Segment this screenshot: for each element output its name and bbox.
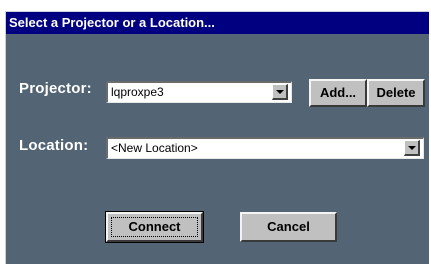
projector-select[interactable]: lqproxpe3 (106, 81, 292, 103)
delete-button-label: Delete (376, 85, 416, 100)
projector-value: lqproxpe3 (111, 85, 164, 99)
location-value: <New Location> (111, 141, 198, 155)
focus-rectangle (111, 217, 198, 237)
location-dropdown-arrow-icon[interactable] (404, 140, 420, 156)
delete-projector-button[interactable]: Delete (367, 79, 425, 107)
add-button-label: Add... (319, 85, 357, 100)
projector-label: Projector: (19, 80, 92, 97)
location-select[interactable]: <New Location> (106, 137, 424, 159)
cancel-button-label: Cancel (267, 219, 310, 234)
location-label: Location: (19, 137, 89, 154)
cancel-button[interactable]: Cancel (240, 212, 337, 242)
connect-button[interactable]: Connect (105, 211, 204, 243)
dialog-title: Select a Projector or a Location... (6, 12, 429, 34)
projector-dropdown-arrow-icon[interactable] (272, 84, 288, 100)
add-projector-button[interactable]: Add... (309, 79, 367, 107)
select-projector-dialog: Select a Projector or a Location... Proj… (5, 11, 429, 264)
